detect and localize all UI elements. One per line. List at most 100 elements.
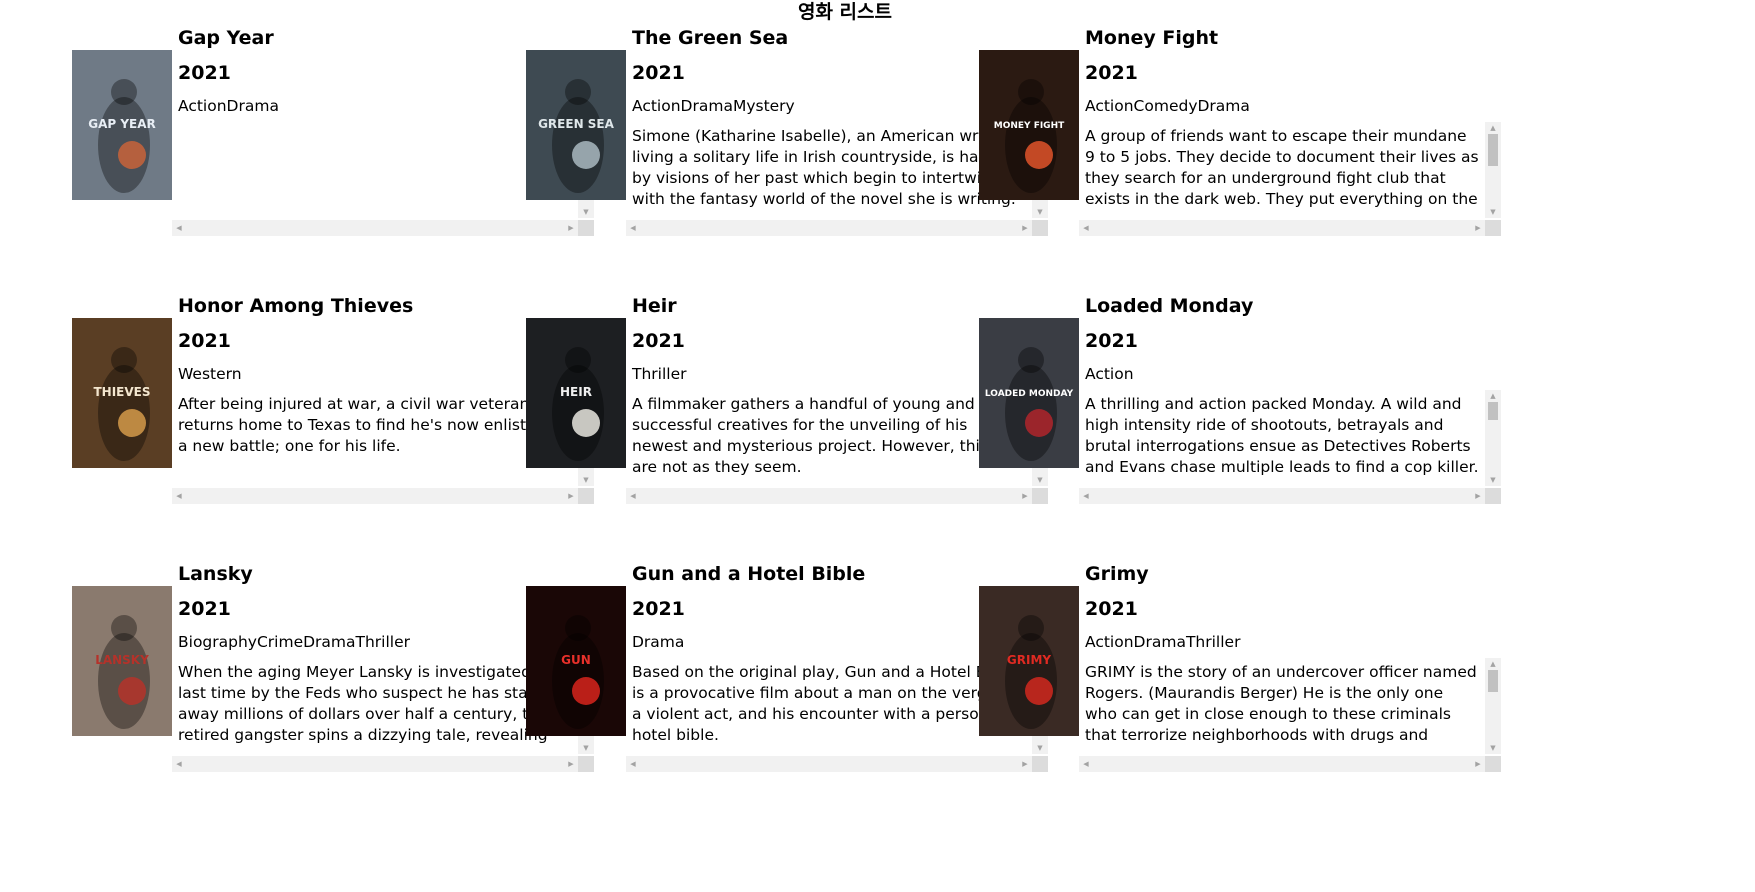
plot-scroll-box[interactable]: A group of friends want to escape their …	[1079, 122, 1501, 236]
horizontal-scrollbar[interactable]: ◀ ▶	[1079, 756, 1485, 772]
movie-poster: LOADED MONDAY	[979, 318, 1079, 468]
movie-info: Grimy 2021 ActionDramaThriller GRIMY is the…	[1079, 562, 1501, 772]
vertical-scroll-thumb[interactable]	[1488, 134, 1498, 166]
horizontal-scrollbar[interactable]: ◀ ▶	[626, 756, 1032, 772]
movie-poster: HEIR	[526, 318, 626, 468]
scroll-up-arrow-icon[interactable]: ▲	[1485, 122, 1501, 134]
movie-info: Money Fight 2021 ActionComedyDrama A group …	[1079, 26, 1501, 236]
svg-text:GUN: GUN	[561, 653, 591, 667]
movie-genres: Western	[178, 365, 242, 383]
movie-card: LANSKY Lansky 2021 BiographyCrimeDramaThril…	[72, 562, 594, 772]
movie-genres: ActionComedyDrama	[1085, 97, 1250, 115]
movie-poster: GUN	[526, 586, 626, 736]
scroll-left-arrow-icon[interactable]: ◀	[172, 756, 186, 772]
svg-text:GRIMY: GRIMY	[1007, 653, 1051, 667]
movie-year: 2021	[632, 330, 685, 352]
movie-genres: ActionDrama	[178, 97, 279, 115]
scroll-left-arrow-icon[interactable]: ◀	[1079, 220, 1093, 236]
movie-plot	[178, 126, 572, 211]
scroll-left-arrow-icon[interactable]: ◀	[1079, 756, 1093, 772]
vertical-scroll-thumb[interactable]	[1488, 402, 1498, 420]
movie-poster: THIEVES	[72, 318, 172, 468]
horizontal-scrollbar[interactable]: ◀ ▶	[172, 220, 578, 236]
movie-title: Heir	[632, 295, 677, 317]
movie-year: 2021	[178, 330, 231, 352]
movie-genres: ActionDramaMystery	[632, 97, 795, 115]
horizontal-scrollbar[interactable]: ◀ ▶	[626, 488, 1032, 504]
horizontal-scrollbar[interactable]: ◀ ▶	[1079, 220, 1485, 236]
scroll-right-arrow-icon[interactable]: ▶	[1471, 488, 1485, 504]
scroll-left-arrow-icon[interactable]: ◀	[172, 488, 186, 504]
scroll-right-arrow-icon[interactable]: ▶	[1471, 220, 1485, 236]
movie-plot: A group of friends want to escape their …	[1085, 127, 1479, 208]
movie-genres: Drama	[632, 633, 685, 651]
scrollbar-corner	[1485, 220, 1501, 236]
vertical-scrollbar[interactable]: ▲▼	[1485, 390, 1501, 486]
plot-scroll-box[interactable]: A thrilling and action packed Monday. A …	[1079, 390, 1501, 504]
scroll-down-arrow-icon[interactable]: ▼	[1485, 474, 1501, 486]
horizontal-scrollbar[interactable]: ◀ ▶	[626, 220, 1032, 236]
horizontal-scrollbar[interactable]: ◀ ▶	[1079, 488, 1485, 504]
movie-year: 2021	[1085, 330, 1138, 352]
scroll-left-arrow-icon[interactable]: ◀	[626, 220, 640, 236]
movie-genres: Thriller	[632, 365, 687, 383]
scrollbar-corner	[1485, 756, 1501, 772]
svg-text:GREEN SEA: GREEN SEA	[538, 117, 615, 131]
movie-card: HEIR Heir 2021 Thriller A filmmaker gathers …	[526, 294, 1048, 504]
svg-text:LOADED MONDAY: LOADED MONDAY	[985, 389, 1074, 399]
movie-year: 2021	[178, 598, 231, 620]
movie-card: THIEVES Honor Among Thieves 2021 Western Aft…	[72, 294, 594, 504]
movie-year: 2021	[632, 62, 685, 84]
movie-poster: GREEN SEA	[526, 50, 626, 200]
movie-title: The Green Sea	[632, 27, 789, 49]
movie-plot: A thrilling and action packed Monday. A …	[1085, 395, 1479, 476]
movie-genres: ActionDramaThriller	[1085, 633, 1241, 651]
movie-poster: GRIMY	[979, 586, 1079, 736]
movie-plot: Simone (Katharine Isabelle), an American…	[632, 127, 1024, 208]
movie-card: GUN Gun and a Hotel Bible 2021 Drama Based o…	[526, 562, 1048, 772]
scroll-left-arrow-icon[interactable]: ◀	[626, 488, 640, 504]
movie-title: Gap Year	[178, 27, 274, 49]
scroll-up-arrow-icon[interactable]: ▲	[1485, 658, 1501, 670]
svg-text:THIEVES: THIEVES	[93, 385, 150, 399]
scroll-left-arrow-icon[interactable]: ◀	[1079, 488, 1093, 504]
movie-poster: GAP YEAR	[72, 50, 172, 200]
movie-plot: A filmmaker gathers a handful of young a…	[632, 395, 1008, 476]
svg-text:HEIR: HEIR	[560, 385, 592, 399]
movie-poster: LANSKY	[72, 586, 172, 736]
scroll-right-arrow-icon[interactable]: ▶	[1471, 756, 1485, 772]
movie-card: LOADED MONDAY Loaded Monday 2021 Action A th…	[979, 294, 1501, 504]
horizontal-scrollbar[interactable]: ◀ ▶	[172, 756, 578, 772]
scroll-left-arrow-icon[interactable]: ◀	[626, 756, 640, 772]
page-title: 영화 리스트	[797, 1, 892, 23]
movie-year: 2021	[1085, 62, 1138, 84]
movie-title: Lansky	[178, 563, 253, 585]
movie-title: Money Fight	[1085, 27, 1219, 49]
vertical-scroll-thumb[interactable]	[1488, 670, 1498, 692]
scroll-down-arrow-icon[interactable]: ▼	[1485, 742, 1501, 754]
movie-title: Honor Among Thieves	[178, 295, 414, 317]
movie-info: Loaded Monday 2021 Action A thrilling and a…	[1079, 294, 1501, 504]
movie-card: MONEY FIGHT Money Fight 2021 ActionComedyDr…	[979, 26, 1501, 236]
plot-scroll-box[interactable]: GRIMY is the story of an undercover offi…	[1079, 658, 1501, 772]
svg-text:GAP YEAR: GAP YEAR	[88, 117, 156, 131]
movie-title: Gun and a Hotel Bible	[632, 563, 866, 585]
movie-card: GRIMY Grimy 2021 ActionDramaThriller GRIMY i…	[979, 562, 1501, 772]
scrollbar-corner	[1485, 488, 1501, 504]
movie-poster: MONEY FIGHT	[979, 50, 1079, 200]
movie-title: Loaded Monday	[1085, 295, 1254, 317]
movie-card: GREEN SEA The Green Sea 2021 ActionDramaMys…	[526, 26, 1048, 236]
scroll-down-arrow-icon[interactable]: ▼	[1485, 206, 1501, 218]
scroll-left-arrow-icon[interactable]: ◀	[172, 220, 186, 236]
movie-plot: Based on the original play, Gun and a Ho…	[632, 663, 1022, 744]
vertical-scrollbar[interactable]: ▲▼	[1485, 658, 1501, 754]
vertical-scrollbar[interactable]: ▲▼	[1485, 122, 1501, 218]
movie-plot: When the aging Meyer Lansky is investiga…	[178, 663, 565, 744]
movie-title: Grimy	[1085, 563, 1149, 585]
movie-genres: Action	[1085, 365, 1134, 383]
svg-text:MONEY FIGHT: MONEY FIGHT	[994, 121, 1065, 131]
horizontal-scrollbar[interactable]: ◀ ▶	[172, 488, 578, 504]
movie-year: 2021	[632, 598, 685, 620]
svg-text:LANSKY: LANSKY	[95, 653, 149, 667]
scroll-up-arrow-icon[interactable]: ▲	[1485, 390, 1501, 402]
